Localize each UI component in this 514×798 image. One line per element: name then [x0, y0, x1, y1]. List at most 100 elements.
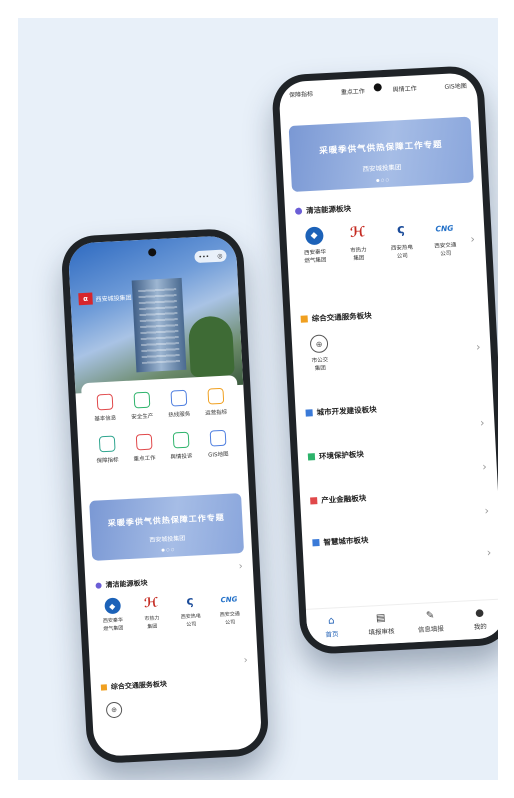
- company-thermal-power[interactable]: ς 西安热电 公司: [379, 221, 424, 262]
- bus-logo-icon[interactable]: ⊕: [105, 701, 123, 719]
- quick-menu-label: 热线服务: [168, 411, 191, 419]
- company-bus-group[interactable]: ⊕ 市公交 集团: [304, 334, 336, 374]
- bus-logo-icon: ⊕: [309, 334, 329, 354]
- clean-energy-companies: ◆ 西安秦华 燃气集团 ℋ 市热力 集团 ς 西安热电 公司 CNG 西安交通 公司: [292, 219, 468, 267]
- chevron-right-icon[interactable]: ›: [476, 340, 481, 353]
- chevron-right-icon[interactable]: ›: [470, 233, 475, 246]
- thermal-logo-icon: ς: [186, 593, 194, 609]
- tab-label: 信息填报: [417, 624, 445, 635]
- chevron-right-icon[interactable]: ›: [239, 561, 244, 572]
- quick-menu-label: 舆情投诉: [170, 453, 193, 461]
- company-qinhua-gas[interactable]: ◆ 西安秦华 燃气集团: [292, 226, 337, 267]
- edit-icon: ✎: [425, 610, 435, 622]
- tab-item[interactable]: ● 我的: [454, 599, 498, 640]
- tab-label: 填报审核: [368, 627, 395, 637]
- quick-menu-item[interactable]: 热线服务: [160, 389, 198, 419]
- tree-image: [187, 315, 235, 378]
- section-title: 环境保护板块: [318, 449, 365, 461]
- quick-menu-item[interactable]: 舆情投诉: [162, 431, 200, 461]
- quick-menu-item[interactable]: GIS地图: [199, 429, 237, 459]
- chevron-right-icon[interactable]: ›: [480, 416, 485, 429]
- bottom-tab-bar: ⌂ 首页 ▤ 填报审核 ✎ 信息填报 ● 我的: [305, 598, 498, 648]
- screen-icon: [172, 431, 190, 449]
- top-nav-item[interactable]: 舆情工作: [392, 83, 417, 93]
- form-icon: ▤: [375, 612, 386, 625]
- section-title: 清洁能源板块: [105, 579, 148, 590]
- quick-menu-item[interactable]: 保障指标: [88, 435, 126, 465]
- section-row[interactable]: 产业金融板块: [310, 493, 366, 507]
- chevron-right-icon[interactable]: ›: [243, 655, 248, 666]
- section-clean-energy[interactable]: 清洁能源板块: [294, 203, 352, 217]
- cng-logo-icon: CNG: [435, 223, 454, 234]
- section-square-icon: [300, 315, 308, 323]
- top-nav-item[interactable]: 重点工作: [341, 86, 365, 96]
- quick-menu-label: GIS地图: [208, 451, 229, 459]
- section-title: 综合交通服务板块: [110, 680, 168, 692]
- company-name: 西安秦华 燃气集团: [303, 249, 327, 265]
- company-transport[interactable]: CNG 西安交通 公司: [422, 219, 467, 260]
- chevron-right-icon[interactable]: ›: [482, 460, 487, 473]
- hero-image: α 西安城投集团 ••• ◎: [67, 234, 244, 394]
- quick-menu-grid: 基本信息 安全生产 热线服务 运营指标保障指标 重点工作 舆情投诉 GIS地图: [81, 375, 242, 477]
- gas-logo-icon: ◆: [103, 597, 121, 615]
- close-icon[interactable]: ◎: [217, 252, 223, 259]
- phone-right-screen: 保障指标 重点工作 舆情工作 GIS地图 采暖季供气供热保障工作专题 西安城投集团 ●…: [278, 72, 498, 648]
- company-name: 市公交 集团: [311, 357, 329, 373]
- section-row[interactable]: 城市开发建设板块: [305, 404, 377, 419]
- monitor-icon: [206, 387, 224, 405]
- thermal-logo-icon: ς: [396, 222, 406, 238]
- phone-left: α 西安城投集团 ••• ◎ 基本信息 安全生产 热线服务 运营指标保障指标 重点工作 舆…: [60, 227, 270, 765]
- quick-menu-label: 基本信息: [94, 415, 117, 423]
- tab-item[interactable]: ⌂ 首页: [306, 607, 357, 648]
- brand-logo: α 西安城投集团: [78, 290, 132, 306]
- quick-menu-label: 安全生产: [131, 413, 154, 421]
- company-qinhua-gas[interactable]: ◆ 西安秦华 燃气集团: [92, 597, 133, 634]
- section-title: 清洁能源板块: [305, 203, 352, 216]
- tab-item[interactable]: ▤ 填报审核: [355, 605, 406, 646]
- tab-item[interactable]: ✎ 信息填报: [405, 602, 456, 643]
- section-transport[interactable]: 综合交通服务板块: [100, 679, 168, 692]
- section-dot-icon: [95, 582, 102, 589]
- promo-banner[interactable]: 采暖季供气供热保障工作专题 西安城投集团 ● ○ ○: [288, 116, 474, 192]
- more-icon[interactable]: •••: [198, 253, 209, 261]
- company-heating[interactable]: ℋ 市热力 集团: [131, 595, 172, 632]
- company-transport[interactable]: CNG 西安交通 公司: [209, 591, 250, 628]
- promo-banner[interactable]: 采暖季供气供热保障工作专题 西安城投集团 ● ○ ○: [89, 493, 245, 561]
- chevron-right-icon[interactable]: ›: [486, 546, 491, 559]
- map-pin-icon: [209, 429, 226, 447]
- section-row[interactable]: 环境保护板块: [307, 449, 365, 463]
- section-icon: [310, 497, 318, 505]
- section-title: 智慧城市板块: [323, 535, 369, 547]
- company-thermal-power[interactable]: ς 西安热电 公司: [170, 593, 211, 630]
- document-icon: [96, 393, 113, 411]
- company-name: 西安热电 公司: [390, 244, 414, 260]
- section-title: 综合交通服务板块: [311, 311, 372, 324]
- quick-menu-item[interactable]: 基本信息: [86, 393, 124, 423]
- banner-title: 采暖季供气供热保障工作专题: [318, 139, 443, 157]
- quick-menu-item[interactable]: 运营指标: [196, 387, 234, 417]
- stack-icon: [133, 391, 150, 409]
- miniapp-capsule[interactable]: ••• ◎: [194, 249, 227, 264]
- section-row[interactable]: 智慧城市板块: [312, 534, 369, 548]
- quick-menu-label: 重点工作: [133, 455, 156, 463]
- tab-label: 我的: [473, 622, 488, 632]
- section-title: 城市开发建设板块: [316, 404, 377, 418]
- quick-menu-item[interactable]: 安全生产: [123, 391, 161, 421]
- section-transport[interactable]: 综合交通服务板块: [300, 310, 372, 325]
- company-name: 西安秦华 燃气集团: [102, 617, 124, 632]
- company-heating[interactable]: ℋ 市热力 集团: [335, 224, 380, 265]
- section-clean-energy[interactable]: 清洁能源板块: [95, 578, 148, 591]
- shield-icon: [98, 435, 116, 453]
- quick-menu-item[interactable]: 重点工作: [125, 433, 163, 463]
- chevron-right-icon[interactable]: ›: [484, 504, 489, 517]
- calendar-icon: [135, 433, 153, 451]
- section-title: 产业金融板块: [321, 493, 367, 505]
- logo-text: 西安城投集团: [95, 293, 132, 303]
- phone-left-screen: α 西安城投集团 ••• ◎ 基本信息 安全生产 热线服务 运营指标保障指标 重点工作 舆…: [67, 234, 263, 758]
- section-square-icon: [100, 684, 108, 691]
- top-nav-item[interactable]: GIS地图: [444, 81, 467, 91]
- company-name: 市热力 集团: [350, 247, 367, 263]
- cng-logo-icon: CNG: [220, 595, 238, 605]
- company-name: 西安交通 公司: [434, 242, 457, 258]
- top-nav-item[interactable]: 保障指标: [289, 89, 313, 99]
